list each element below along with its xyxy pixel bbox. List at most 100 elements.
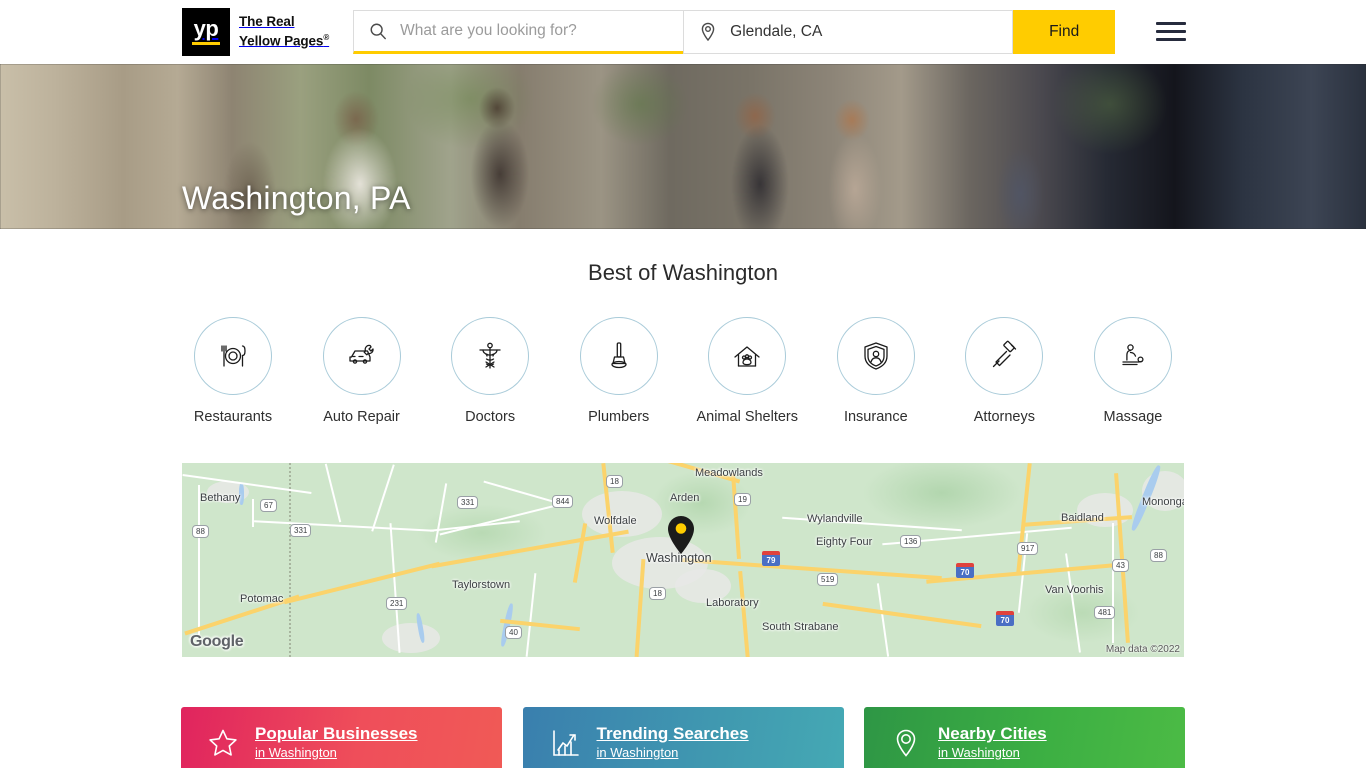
location-input[interactable]: [730, 22, 1003, 41]
route-shield: 67: [260, 499, 277, 512]
category-circle: [836, 317, 915, 395]
hamburger-bar-1: [1156, 22, 1187, 25]
route-shield: 18: [606, 475, 623, 488]
card-text: Popular Businesses in Washington: [255, 724, 418, 762]
nearby-cities-card[interactable]: Nearby Cities in Washington: [864, 707, 1185, 768]
page-title: Washington, PA: [182, 180, 411, 216]
map-marker-pin: [668, 516, 694, 554]
trending-chart-icon: [549, 727, 581, 759]
route-shield: 136: [900, 535, 922, 548]
route-shield: 917: [1017, 542, 1039, 555]
route-shield: 331: [290, 524, 312, 537]
category-auto-repair[interactable]: Auto Repair: [310, 317, 414, 425]
find-button[interactable]: Find: [1013, 9, 1116, 54]
route-shield: 19: [734, 493, 751, 506]
card-title: Popular Businesses: [255, 724, 418, 743]
map-place-label: Potomac: [240, 593, 284, 605]
route-shield: 331: [457, 496, 479, 509]
map-place-label: Baidland: [1061, 512, 1104, 524]
category-circle: [1093, 317, 1172, 395]
plunger-icon: [611, 342, 627, 369]
massage-icon: [1122, 344, 1144, 366]
card-subtitle: in Washington: [596, 745, 679, 760]
map-place-label: Wylandville: [807, 513, 863, 525]
route-shield: 88: [192, 525, 209, 538]
card-title: Trending Searches: [596, 724, 749, 743]
shield-person-icon: [864, 342, 888, 370]
category-label: Insurance: [843, 409, 908, 425]
yp-logo[interactable]: yp The Real Yellow Pages®: [182, 7, 330, 56]
hamburger-bar-3: [1156, 38, 1187, 41]
best-of-heading: Best of Washington: [588, 260, 778, 285]
category-doctors[interactable]: Doctors: [438, 317, 542, 425]
category-circle: [451, 317, 530, 395]
location-pin-icon: [890, 727, 922, 759]
gavel-icon: [993, 340, 1017, 368]
interstate-shield: 70: [996, 611, 1014, 626]
route-shield: 88: [1150, 549, 1167, 562]
category-circle: [579, 317, 658, 395]
popular-businesses-card[interactable]: Popular Businesses in Washington: [181, 707, 502, 768]
best-of-section: Best of Washington Restaurants Auto Repa…: [0, 229, 1366, 425]
bottom-card-row: Popular Businesses in Washington Trendin…: [181, 707, 1185, 768]
map-place-label: Laboratory: [706, 597, 759, 609]
category-massage[interactable]: Massage: [1081, 317, 1185, 425]
star-icon: [207, 727, 239, 759]
card-title: Nearby Cities: [938, 724, 1047, 743]
route-shield: 231: [386, 597, 408, 610]
category-insurance[interactable]: Insurance: [824, 317, 928, 425]
map-road: [198, 485, 200, 635]
interstate-shield: 70: [956, 563, 974, 578]
google-logo: Google: [190, 633, 244, 650]
card-text: Nearby Cities in Washington: [938, 724, 1047, 762]
yp-logo-underline: [192, 41, 220, 45]
yp-logo-mark-text: yp: [193, 15, 219, 41]
category-animal-shelters[interactable]: Animal Shelters: [695, 317, 799, 425]
route-shield: 18: [649, 587, 666, 600]
location-pin-icon: [698, 22, 718, 42]
map-place-label: Bethany: [200, 492, 241, 504]
category-label: Animal Shelters: [696, 409, 799, 425]
search-where-field[interactable]: [683, 9, 1014, 54]
category-circle: [194, 317, 272, 395]
route-shield: 519: [817, 573, 839, 586]
category-restaurants[interactable]: Restaurants: [181, 317, 285, 425]
map-place-label: Arden: [670, 492, 700, 504]
map-place-label: Taylorstown: [452, 579, 511, 591]
map-attribution: Map data ©2022: [1105, 644, 1180, 655]
category-label: Attorneys: [973, 409, 1035, 425]
site-header: yp The Real Yellow Pages® Find: [0, 0, 1366, 64]
search-what-field[interactable]: [353, 9, 684, 54]
map-road: [252, 499, 254, 527]
category-label: Auto Repair: [323, 409, 400, 425]
card-subtitle: in Washington: [938, 745, 1020, 760]
restaurant-icon: [221, 345, 246, 367]
category-attorneys[interactable]: Attorneys: [952, 317, 1056, 425]
category-label: Doctors: [465, 409, 516, 425]
auto-repair-icon: [348, 344, 374, 364]
route-shield: 844: [552, 495, 574, 508]
category-label: Plumbers: [588, 409, 650, 425]
hero-banner: Washington, PA: [0, 64, 1366, 229]
yp-logo-mark: yp: [182, 7, 230, 56]
map-road: [1112, 523, 1114, 643]
card-subtitle: in Washington: [255, 745, 337, 760]
search-input[interactable]: [400, 21, 674, 40]
city-map[interactable]: 88 67 331 331 231 40 844 18 18 19 136 91…: [182, 463, 1184, 657]
county-boundary: [289, 463, 291, 657]
category-list: Restaurants Auto Repair Doctors Plumbers…: [181, 317, 1185, 425]
hamburger-menu-icon[interactable]: [1156, 22, 1187, 41]
route-shield: 43: [1112, 559, 1129, 572]
map-place-label: Van Voorhis: [1045, 584, 1104, 596]
category-plumbers[interactable]: Plumbers: [567, 317, 671, 425]
route-shield: 481: [1094, 606, 1116, 619]
yp-logo-trademark: ®: [323, 32, 330, 42]
category-circle: [965, 317, 1044, 395]
map-marker[interactable]: [666, 515, 696, 555]
yp-logo-line1: The Real: [239, 13, 295, 29]
trending-searches-card[interactable]: Trending Searches in Washington: [522, 707, 844, 768]
category-label: Restaurants: [193, 409, 273, 425]
map-place-label: Monongahela: [1142, 496, 1184, 508]
map-place-label: Meadowlands: [695, 467, 763, 479]
caduceus-icon: [479, 342, 501, 369]
